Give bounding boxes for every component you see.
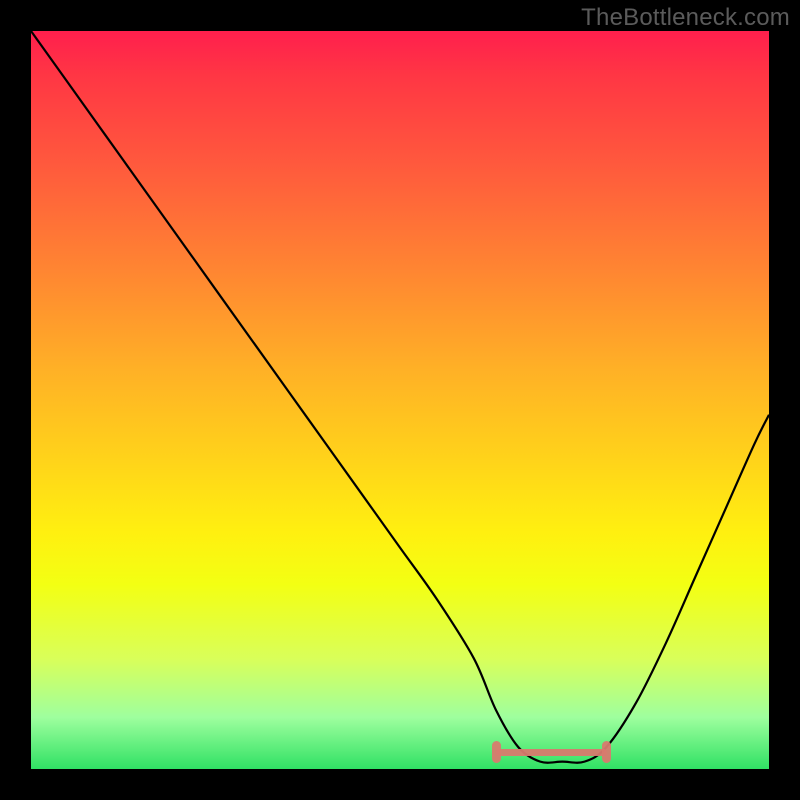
- plot-area: [31, 31, 769, 769]
- watermark-text: TheBottleneck.com: [581, 4, 790, 32]
- chart-frame: TheBottleneck.com: [0, 0, 800, 800]
- bottleneck-curve: [31, 31, 769, 769]
